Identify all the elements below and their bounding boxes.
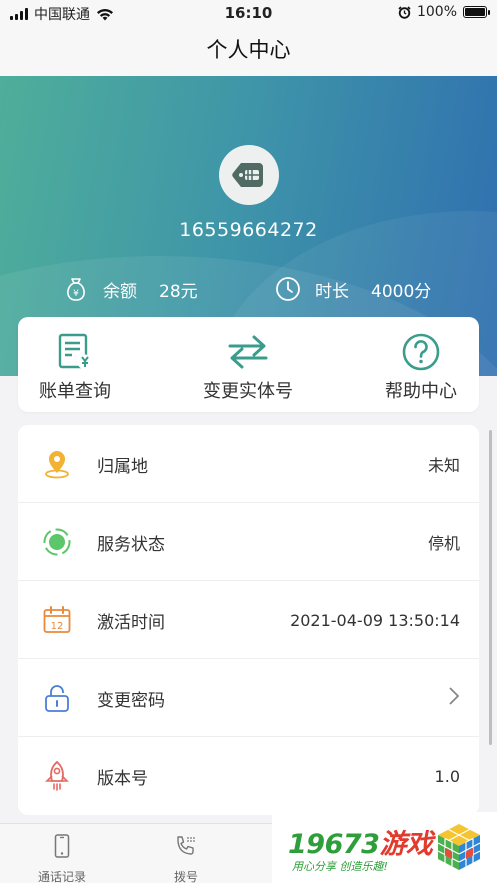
clock-icon	[275, 276, 301, 302]
location-pin-icon	[42, 449, 72, 479]
page-title: 个人中心	[206, 38, 291, 62]
lock-icon	[42, 683, 72, 713]
row-label: 版本号	[97, 768, 148, 789]
svg-text:¥: ¥	[73, 289, 79, 299]
watermark-logo: 19673游戏 用心分享 创造乐趣!	[272, 812, 497, 883]
status-right: 100%	[398, 4, 490, 20]
phone-number: 16559664272	[179, 219, 318, 241]
list-item-version: 版本号 1.0	[18, 737, 479, 815]
status-bar: 中国联通 16:10 100%	[0, 0, 497, 26]
action-label: 变更实体号	[203, 381, 293, 402]
watermark-title: 19673游戏	[288, 822, 433, 861]
calendar-icon: 12	[42, 605, 72, 635]
watermark-title-word: 游戏	[379, 829, 433, 860]
alarm-icon	[398, 5, 411, 19]
nav-bar: 个人中心	[0, 26, 497, 76]
chevron-right-icon	[448, 686, 460, 710]
bill-query-button[interactable]: 账单查询	[10, 317, 140, 412]
rubiks-cube-icon	[437, 824, 481, 870]
change-number-button[interactable]: 变更实体号	[183, 317, 313, 412]
change-password-row[interactable]: 变更密码	[18, 659, 479, 737]
duration-value: 4000分	[371, 281, 432, 302]
row-label: 激活时间	[97, 612, 165, 633]
sim-card-icon	[232, 163, 263, 187]
row-label: 服务状态	[97, 534, 165, 555]
row-value: 2021-04-09 13:50:14	[290, 610, 460, 630]
action-label: 帮助中心	[385, 381, 457, 402]
help-icon	[356, 332, 486, 372]
tab-label: 拨号	[173, 870, 198, 883]
balance-stat: ¥ 余额 28元	[63, 276, 198, 302]
svg-text:12: 12	[51, 621, 64, 632]
status-dot-icon	[42, 527, 72, 557]
row-value: 未知	[427, 456, 460, 475]
battery-icon	[463, 6, 490, 18]
row-label: 归属地	[97, 456, 148, 477]
list-item-region: 归属地 未知	[18, 425, 479, 503]
bill-icon	[10, 332, 140, 372]
watermark-title-number: 19673	[288, 829, 380, 860]
list-item-activation-time: 12 激活时间 2021-04-09 13:50:14	[18, 581, 479, 659]
info-list: 归属地 未知 服务状态 停机 12 激活时间 2021-04-09 13:50:…	[18, 425, 479, 815]
scrollbar[interactable]	[489, 430, 492, 745]
row-value: 停机	[427, 534, 460, 553]
row-label: 变更密码	[97, 690, 165, 711]
balance-value: 28元	[159, 281, 198, 302]
action-label: 账单查询	[39, 381, 111, 402]
phone-device-icon	[17, 832, 107, 860]
quick-actions-card: 账单查询 变更实体号 帮助中心	[18, 317, 479, 412]
money-bag-icon: ¥	[63, 276, 89, 302]
rocket-icon	[42, 760, 72, 791]
dial-icon	[141, 832, 231, 860]
row-value: 1.0	[434, 766, 460, 786]
watermark-subtitle: 用心分享 创造乐趣!	[292, 860, 388, 873]
battery-percent: 100%	[416, 4, 457, 20]
tab-call-log[interactable]: 通话记录	[17, 832, 107, 883]
tab-dial[interactable]: 拨号	[141, 832, 231, 883]
avatar[interactable]	[219, 145, 279, 205]
list-item-service-status: 服务状态 停机	[18, 503, 479, 581]
balance-label: 余额	[103, 281, 137, 302]
duration-label: 时长	[315, 281, 349, 302]
help-center-button[interactable]: 帮助中心	[356, 317, 486, 412]
tab-label: 通话记录	[37, 870, 86, 883]
swap-arrows-icon	[183, 332, 313, 372]
duration-stat: 时长 4000分	[275, 276, 431, 302]
